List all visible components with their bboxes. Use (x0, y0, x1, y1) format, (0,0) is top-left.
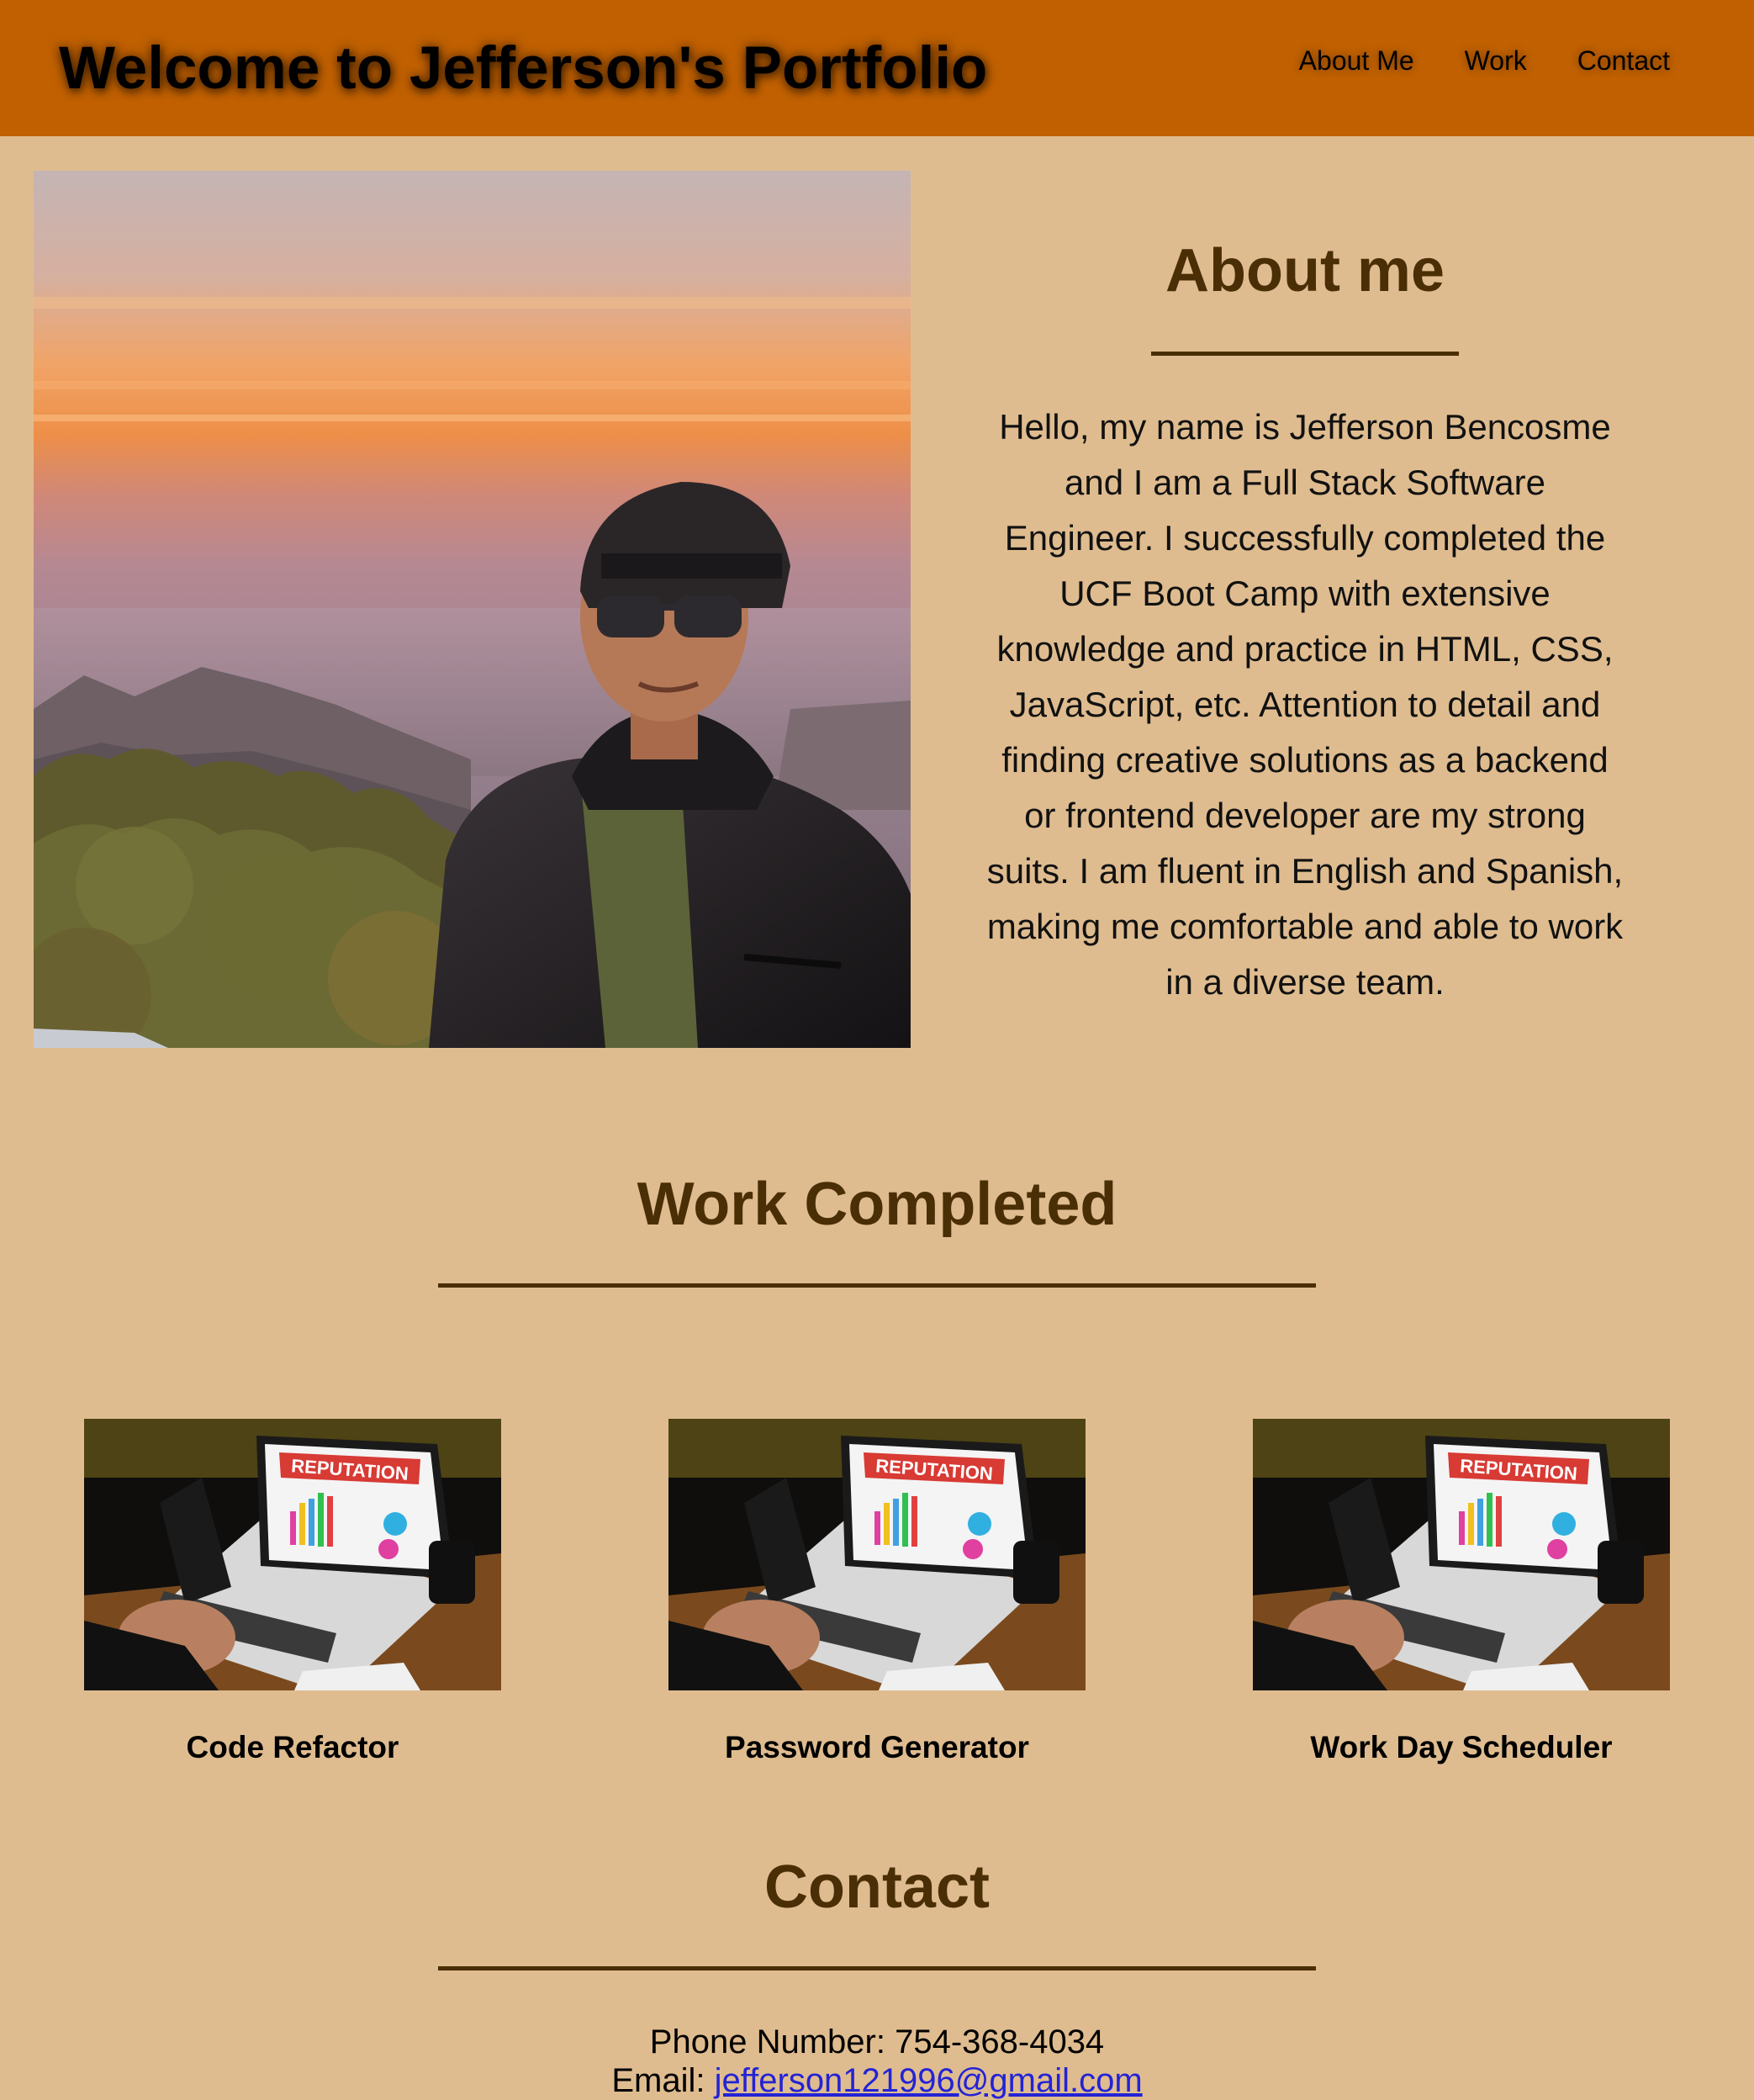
contact-section: Contact Phone Number: 754-368-4034 Email… (0, 1843, 1754, 2100)
contact-divider (438, 1966, 1316, 1970)
about-heading: About me (1165, 237, 1445, 304)
project-title[interactable]: Work Day Scheduler (1253, 1728, 1670, 1767)
site-header: Welcome to Jefferson's Portfolio About M… (0, 0, 1754, 136)
project-card-code-refactor[interactable]: REPUTATION Code Refactor (84, 1419, 501, 1767)
project-card-password-generator[interactable]: REPUTATION Password Generator (668, 1419, 1086, 1767)
contact-info: Phone Number: 754-368-4034 Email: jeffer… (0, 2023, 1754, 2100)
email-line: Email: jefferson121996@gmail.com (0, 2061, 1754, 2100)
phone-label: Phone Number: (649, 2023, 885, 2060)
nav-link-about-me[interactable]: About Me (1299, 44, 1414, 77)
nav-link-contact[interactable]: Contact (1577, 44, 1670, 77)
main-nav: About Me Work Contact (1299, 44, 1670, 77)
contact-heading: Contact (764, 1854, 990, 1921)
about-divider (1151, 352, 1459, 356)
email-link[interactable]: jefferson121996@gmail.com (715, 2062, 1143, 2099)
portrait-photo (34, 171, 911, 1048)
laptop-project-photo[interactable]: REPUTATION (84, 1419, 501, 1690)
phone-line: Phone Number: 754-368-4034 (0, 2023, 1754, 2061)
email-label: Email: (611, 2062, 705, 2099)
nav-link-work[interactable]: Work (1465, 44, 1527, 77)
work-section: Work Completed (0, 1161, 1754, 1288)
project-title[interactable]: Code Refactor (84, 1728, 501, 1767)
about-section: About me Hello, my name is Jefferson Ben… (985, 227, 1625, 1010)
laptop-project-photo[interactable]: REPUTATION (668, 1419, 1086, 1690)
work-divider (438, 1283, 1316, 1288)
about-text: Hello, my name is Jefferson Bencosme and… (986, 407, 1624, 1002)
site-title: Welcome to Jefferson's Portfolio (59, 35, 988, 102)
phone-number: 754-368-4034 (895, 2023, 1105, 2060)
laptop-project-photo[interactable]: REPUTATION (1253, 1419, 1670, 1690)
project-card-work-day-scheduler[interactable]: REPUTATION Work Day Scheduler (1253, 1419, 1670, 1767)
work-heading: Work Completed (637, 1171, 1117, 1238)
project-title[interactable]: Password Generator (668, 1728, 1086, 1767)
